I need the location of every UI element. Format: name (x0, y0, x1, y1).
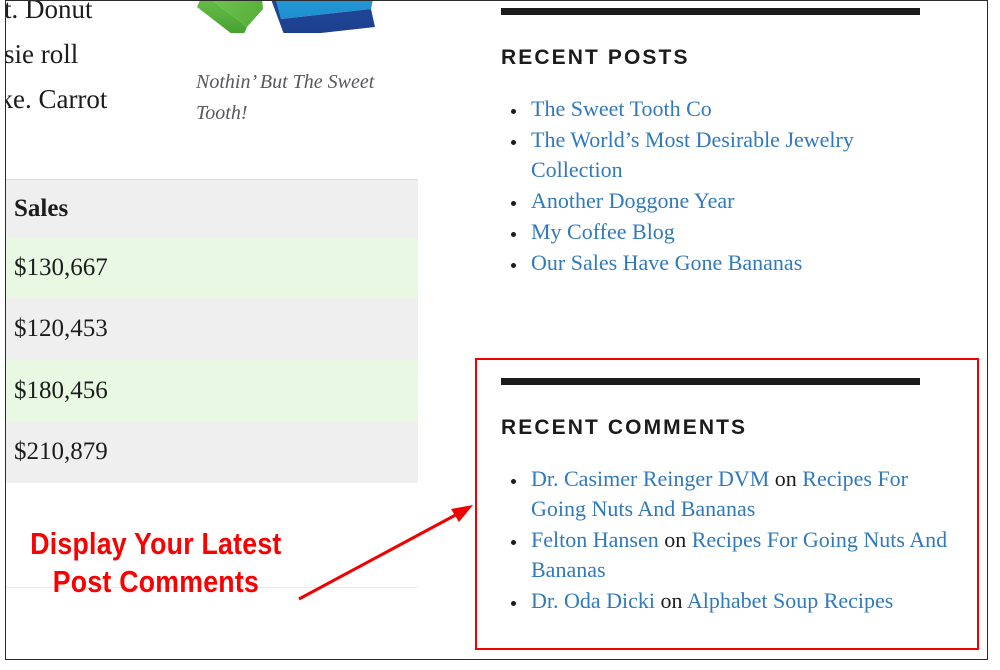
recent-post-link[interactable]: Another Doggone Year (531, 188, 734, 213)
sales-table: Sales $130,667 $120,453 $180,456 $210,87… (6, 179, 418, 483)
list-item: The Sweet Tooth Co (528, 94, 921, 124)
list-item: Another Doggone Year (528, 186, 921, 216)
annotation-line-1: Display Your Latest (14, 525, 298, 563)
annotation-line-2: Post Comments (14, 563, 298, 601)
recent-post-link[interactable]: The Sweet Tooth Co (531, 96, 712, 121)
recent-post-link[interactable]: My Coffee Blog (531, 219, 675, 244)
recent-posts-list: The Sweet Tooth Co The World’s Most Desi… (501, 94, 921, 278)
sales-value: $130,667 (6, 237, 418, 299)
list-item: Our Sales Have Gone Bananas (528, 248, 921, 278)
pie-chart-image (189, 1, 418, 33)
sales-value: $120,453 (6, 298, 418, 360)
sales-table-body: $130,667 $120,453 $180,456 $210,879 (6, 237, 418, 483)
sales-value: $210,879 (6, 421, 418, 483)
table-row: $180,456 (6, 360, 418, 422)
pie-chart-svg (189, 1, 418, 33)
screenshot-root: ssert. Donut tootsie roll ocake. Carrot (0, 0, 1000, 670)
post-excerpt-text: ssert. Donut tootsie roll ocake. Carrot (6, 1, 192, 122)
recent-post-link[interactable]: The World’s Most Desirable Jewelry Colle… (531, 127, 854, 182)
sales-value: $180,456 (6, 360, 418, 422)
table-header-row: Sales (6, 180, 418, 237)
excerpt-line-1: ssert. Donut (6, 1, 192, 32)
widget-recent-posts: Recent Posts The Sweet Tooth Co The Worl… (501, 8, 921, 279)
list-item: The World’s Most Desirable Jewelry Colle… (528, 125, 921, 185)
widget-rule (501, 8, 920, 15)
highlight-box-recent-comments (475, 358, 979, 650)
column-header-sales: Sales (6, 180, 418, 237)
table-row: $120,453 (6, 298, 418, 360)
excerpt-line-2: tootsie roll (6, 32, 192, 77)
annotation-arrow (285, 495, 485, 610)
table-row: $130,667 (6, 237, 418, 299)
recent-post-link[interactable]: Our Sales Have Gone Bananas (531, 250, 802, 275)
image-caption: Nothin’ But The Sweet Tooth! (196, 67, 411, 129)
widget-title-recent-posts: Recent Posts (501, 46, 921, 70)
excerpt-line-3: ocake. Carrot (6, 77, 192, 122)
list-item: My Coffee Blog (528, 217, 921, 247)
annotation-label: Display Your Latest Post Comments (14, 525, 298, 601)
table-row: $210,879 (6, 421, 418, 483)
